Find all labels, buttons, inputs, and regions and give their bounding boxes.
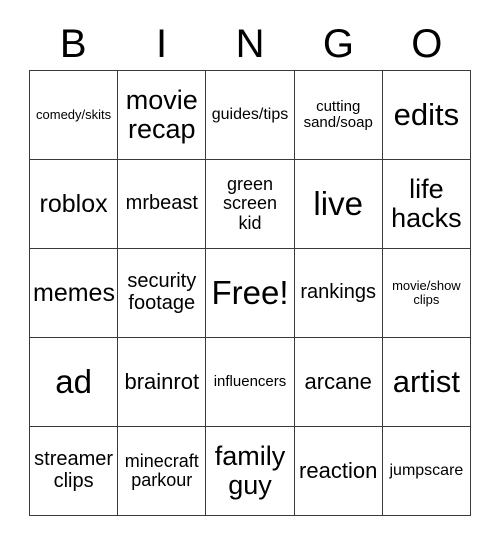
bingo-cell-label: jumpscare [389,462,464,480]
bingo-cell-label: security footage [127,270,197,314]
bingo-cell-label: memes [33,278,115,307]
bingo-cell[interactable]: artist [382,338,471,427]
bingo-cell-label: Free! [211,274,289,312]
bingo-cell-label: life hacks [391,173,462,233]
bingo-cell[interactable]: ad [30,338,119,427]
bingo-cell-label: live [313,185,363,223]
bingo-cell-label: ad [55,363,92,401]
bingo-cell-label: movie recap [125,84,198,144]
bingo-cell-label: family guy [214,440,286,500]
bingo-header-letter-i: I [156,22,168,66]
bingo-cell-label: rankings [300,281,376,304]
bingo-cell[interactable]: movie/show clips [382,249,471,338]
bingo-cell[interactable]: influencers [206,338,295,427]
bingo-cell-label: streamer clips [34,448,114,492]
bingo-cell-label: comedy/skits [36,106,112,122]
bingo-cell[interactable]: life hacks [382,160,471,249]
bingo-cell-label: edits [393,97,460,133]
bingo-cell-label: influencers [213,372,287,390]
bingo-header: BINGO [29,18,471,70]
bingo-cell-label: cutting sand/soap [303,97,373,131]
bingo-cell-label: mrbeast [125,192,198,215]
bingo-header-letter-b: B [59,22,87,66]
bingo-cell[interactable]: movie recap [118,71,207,160]
bingo-cell-label: guides/tips [211,106,289,124]
bingo-cell-label: roblox [39,189,108,218]
bingo-grid: comedy/skits movie recap guides/tips cuttin… [29,70,471,516]
bingo-cell[interactable]: mrbeast [118,160,207,249]
bingo-cell-label: green screen kid [222,173,277,233]
bingo-cell-label: arcane [304,369,372,395]
bingo-cell-free-space[interactable]: Free! [206,249,295,338]
bingo-cell-label: brainrot [124,369,200,395]
bingo-cell-label: reaction [299,458,378,484]
bingo-cell-label: minecraft parkour [124,450,199,490]
bingo-cell[interactable]: green screen kid [206,160,295,249]
bingo-header-letter-g: G [322,22,354,66]
bingo-cell[interactable]: security footage [118,249,207,338]
bingo-cell-label: movie/show clips [392,277,461,307]
bingo-cell[interactable]: guides/tips [206,71,295,160]
bingo-cell[interactable]: reaction [294,427,383,516]
bingo-cell[interactable]: streamer clips [30,427,119,516]
bingo-cell[interactable]: live [294,160,383,249]
bingo-cell[interactable]: family guy [206,427,295,516]
bingo-header-letter-o: O [411,22,443,66]
bingo-cell[interactable]: arcane [294,338,383,427]
bingo-cell[interactable]: roblox [30,160,119,249]
bingo-cell[interactable]: memes [30,249,119,338]
bingo-cell-label: artist [392,364,460,400]
bingo-card: B I N G O comedy/skits movie recap guides/tips… [0,0,500,544]
bingo-cell[interactable]: edits [382,71,471,160]
bingo-header-letter-n: N [235,22,265,66]
bingo-cell[interactable]: brainrot [118,338,207,427]
bingo-cell[interactable]: minecraft parkour [118,427,207,516]
bingo-cell[interactable]: cutting sand/soap [294,71,383,160]
bingo-cell[interactable]: jumpscare [382,427,471,516]
bingo-cell[interactable]: comedy/skits [30,71,119,160]
bingo-cell[interactable]: rankings [294,249,383,338]
